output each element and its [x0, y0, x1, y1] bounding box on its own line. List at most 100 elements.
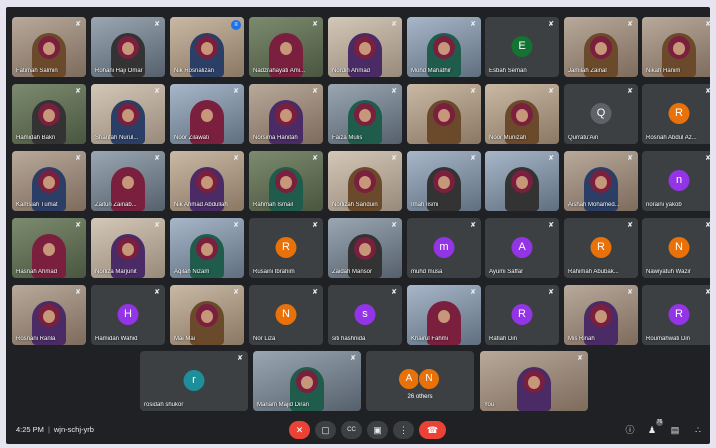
participant-tile[interactable]: N ✘ Nawiyatuh Wazir	[642, 218, 710, 278]
captions-icon: CC	[347, 427, 356, 433]
participant-tile[interactable]: ✘ Nik Ahmad Abdullah	[170, 151, 244, 211]
bottom-bar: 4:25 PM | wjn-schj-yrb ✕ ▢ CC ▣ ⋮ ☎ ⓘ ♟ 76…	[6, 417, 710, 444]
mic-muted-icon: ✘	[154, 289, 160, 296]
participant-tile[interactable]: ✘ Rohani Haji Omar	[91, 17, 165, 77]
participant-tile[interactable]: ✘ Fatimah Salmin	[12, 17, 86, 77]
participant-name: Nawiyatuh Wazir	[646, 269, 691, 275]
mic-muted-icon: ✘	[75, 222, 81, 229]
participant-name: Nordin Ahmad	[332, 68, 371, 74]
participant-tile[interactable]: r ✘ rosidah shukor	[140, 351, 248, 411]
participant-name: Rusaini Ibrahim	[253, 269, 295, 275]
leave-call-button[interactable]: ☎	[419, 421, 446, 439]
participant-tile[interactable]: ✘ Rosnani Ranla	[12, 285, 86, 345]
mic-off-button[interactable]: ✕	[289, 421, 310, 439]
participant-tile[interactable]: m ✘ muhd musa	[407, 218, 481, 278]
participant-tile[interactable]: n ✘ noraini yakob	[642, 151, 710, 211]
participant-tile[interactable]: R ✘ Rusaini Ibrahim	[249, 218, 323, 278]
chat-icon: ▤	[670, 425, 680, 435]
participant-tile[interactable]: ✘ Norsima Hanitah	[249, 84, 323, 144]
participant-tile[interactable]: ✘ Kamsiah Tumat	[12, 151, 86, 211]
participant-name: Norlizah Sariduin	[332, 202, 378, 208]
participant-tile[interactable]: A ✘ Ayumi Saffar	[485, 218, 559, 278]
mic-muted-icon: ✘	[705, 88, 710, 95]
participant-tile[interactable]: ✘ Hasnah Ahmad	[12, 218, 86, 278]
mic-muted-icon: ✘	[237, 355, 243, 362]
mic-muted-icon: ✘	[233, 289, 239, 296]
participant-tile[interactable]: s ✘ siti hashnida	[328, 285, 402, 345]
mic-muted-icon: ✘	[75, 155, 81, 162]
participant-tile[interactable]: ✘ You	[480, 351, 588, 411]
participant-tile[interactable]: R ✘ Rahimah Abubak...	[564, 218, 638, 278]
participant-name: Norliza Marjunit	[95, 269, 137, 275]
avatar: R	[668, 103, 690, 124]
participant-tile[interactable]: ✘ Mis Rinah	[564, 285, 638, 345]
participant-tile[interactable]: ✘ Zaidah Mansor	[328, 218, 402, 278]
participant-tile[interactable]: ✘ Jamilah Zainal	[564, 17, 638, 77]
participant-tile[interactable]: ✘ Norlizah Sariduin	[328, 151, 402, 211]
participant-name: Aqilah Nizam	[174, 269, 210, 275]
avatar: R	[275, 237, 297, 258]
participant-name: Zaitun Zainab...	[95, 202, 137, 208]
separator: |	[47, 425, 50, 434]
activities-button[interactable]: ∴	[691, 423, 705, 437]
participant-tile[interactable]: ✘ Mohd Mahathir	[407, 17, 481, 77]
avatar: R	[668, 304, 690, 325]
participant-tile[interactable]: N ✘ Nor Liza	[249, 285, 323, 345]
participant-tile[interactable]: ✘ Noor Zilawati	[170, 84, 244, 144]
participant-tile[interactable]: ✘ Nadzrahayati Ami...	[249, 17, 323, 77]
participant-video-silhouette	[427, 100, 461, 144]
participant-tile[interactable]: ✘ Nordin Ahmad	[328, 17, 402, 77]
participant-name: Mohd Mahathir	[411, 68, 452, 74]
participant-name: Fatimah Salmin	[16, 68, 58, 74]
participant-tile[interactable]: ✘ Khairul Fahmi	[407, 285, 481, 345]
mic-muted-icon: ✘	[470, 88, 476, 95]
participant-tile[interactable]: ✘	[485, 151, 559, 211]
participant-name: Rosnah Abdul Az...	[646, 135, 697, 141]
chat-button[interactable]: ▤	[668, 423, 682, 437]
participant-name: Rosnani Ranla	[16, 336, 56, 342]
participant-tile[interactable]: ✘ Zaitun Zainab...	[91, 151, 165, 211]
avatar: r	[183, 370, 205, 391]
meeting-details-button[interactable]: ⓘ	[623, 423, 637, 437]
people-icon: ♟	[647, 425, 657, 435]
participant-tile[interactable]: H ✘ Hamidan Wahid	[91, 285, 165, 345]
present-button[interactable]: ▣	[367, 421, 388, 439]
mic-off-icon: ✕	[295, 425, 304, 435]
participant-tile[interactable]: ✘	[407, 84, 481, 144]
activities-icon: ∴	[695, 425, 701, 435]
participant-tile[interactable]: ✘ Aishah Mohamed...	[564, 151, 638, 211]
participant-tile[interactable]: ✘ Aqilah Nizam	[170, 218, 244, 278]
participant-tile[interactable]: E ✘ Esbah Seman	[485, 17, 559, 77]
avatar: R	[511, 304, 533, 325]
participant-tile[interactable]: A N 26 others	[366, 351, 474, 411]
participant-tile[interactable]: ≡ Nik Rosnalizan	[170, 17, 244, 77]
mic-muted-icon: ✘	[391, 155, 397, 162]
participant-tile[interactable]: Q ✘ Qurratu'Ain	[564, 84, 638, 144]
participant-tile[interactable]: ✘ Faiza Mulis	[328, 84, 402, 144]
participant-tile[interactable]: ✘ Noor Munizah	[485, 84, 559, 144]
mic-muted-icon: ✘	[154, 155, 160, 162]
participant-tile[interactable]: ✘ Norliza Marjunit	[91, 218, 165, 278]
participant-tile[interactable]: ✘ Sharifah Nurul...	[91, 84, 165, 144]
participant-tile[interactable]: ✘ Mai Mai	[170, 285, 244, 345]
avatar: N	[275, 304, 297, 325]
people-button[interactable]: ♟ 76	[645, 419, 663, 437]
participant-tile[interactable]: R ✘ Rosnah Abdul Az...	[642, 84, 710, 144]
participant-tile[interactable]: ✘ Nikah Hanim	[642, 17, 710, 77]
mic-muted-icon: ✘	[470, 289, 476, 296]
more-options-button[interactable]: ⋮	[393, 421, 414, 439]
people-count-badge: 76	[656, 419, 663, 426]
captions-button[interactable]: CC	[341, 421, 362, 439]
participant-tile[interactable]: R ✘ Roumahwati Din	[642, 285, 710, 345]
mic-muted-icon: ✘	[233, 88, 239, 95]
mic-muted-icon: ✘	[154, 21, 160, 28]
participant-video-silhouette	[505, 167, 539, 211]
participant-name: Roumahwati Din	[646, 336, 691, 342]
participant-tile[interactable]: ✘ Rahmah Ismail	[249, 151, 323, 211]
participant-tile[interactable]: ✘ Mariam Majid Diran	[253, 351, 361, 411]
participant-tile[interactable]: ✘ Hamidah Bakri	[12, 84, 86, 144]
participant-tile[interactable]: ✘ Imah Iismi	[407, 151, 481, 211]
camera-button[interactable]: ▢	[315, 421, 336, 439]
avatar: N	[668, 237, 690, 258]
participant-tile[interactable]: R ✘ Rafiah Din	[485, 285, 559, 345]
